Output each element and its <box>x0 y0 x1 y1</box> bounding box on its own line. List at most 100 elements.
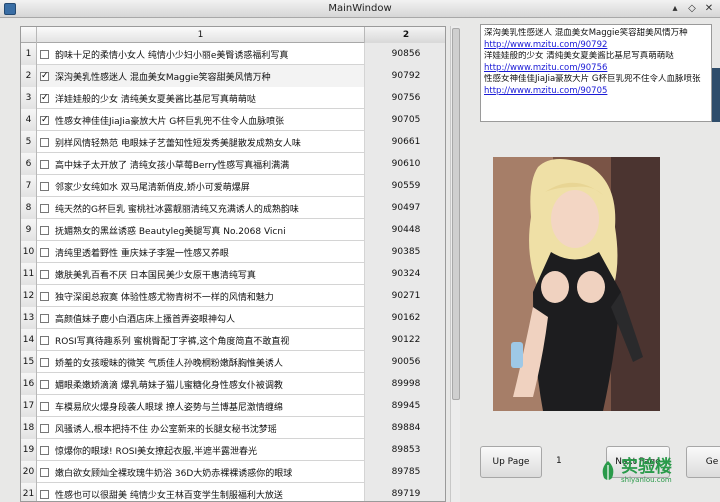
id-cell[interactable]: 90497 <box>365 197 445 219</box>
id-cell[interactable]: 90385 <box>365 241 445 263</box>
title-cell[interactable]: 娇羞的女孩暧昧的微笑 气质佳人孙晚桐粉嫩酥胸惟美诱人 <box>37 351 365 373</box>
row-number[interactable]: 13 <box>21 307 37 329</box>
table-row[interactable]: 14 ROSI写真待趣系列 蜜桃臀配丁字裤,这个角度简直不敢直视 90122 <box>21 329 445 351</box>
id-cell[interactable]: 89998 <box>365 373 445 395</box>
row-number[interactable]: 18 <box>21 417 37 439</box>
row-checkbox[interactable] <box>40 159 49 169</box>
row-checkbox[interactable] <box>40 291 49 301</box>
id-cell[interactable]: 89719 <box>365 483 445 501</box>
detail-link[interactable]: http://www.mzitu.com/90792 <box>484 40 607 50</box>
row-checkbox[interactable]: ✓ <box>40 93 49 103</box>
restore-icon[interactable]: ◇ <box>685 2 699 15</box>
row-checkbox[interactable]: ✓ <box>40 71 49 81</box>
id-cell[interactable]: 90610 <box>365 153 445 175</box>
close-icon[interactable]: ✕ <box>702 2 716 15</box>
id-cell[interactable]: 90122 <box>365 329 445 351</box>
table-row[interactable]: 12 独守深闺总寂寞 体验性感尤物青树不一样的风情和魅力 90271 <box>21 285 445 307</box>
title-cell[interactable]: 纯天然的G杯巨乳 蜜桃社冰露靓丽清纯又充满诱人的成熟韵味 <box>37 197 365 219</box>
title-cell[interactable]: 独守深闺总寂寞 体验性感尤物青树不一样的风情和魅力 <box>37 285 365 307</box>
row-number[interactable]: 21 <box>21 483 37 501</box>
title-cell[interactable]: 韵味十足的柔情小女人 纯情小少妇小丽e美臀诱惑福利写真 <box>37 43 365 65</box>
table-row[interactable]: 8 纯天然的G杯巨乳 蜜桃社冰露靓丽清纯又充满诱人的成熟韵味 90497 <box>21 197 445 219</box>
row-checkbox[interactable]: ✓ <box>40 115 49 125</box>
title-cell[interactable]: 性感也可以很甜美 纯情少女王林百变学生制服福利大放送 <box>37 483 365 501</box>
id-cell[interactable]: 90559 <box>365 175 445 197</box>
row-checkbox[interactable] <box>40 181 49 191</box>
row-number[interactable]: 5 <box>21 131 37 153</box>
table-row[interactable]: 1 韵味十足的柔情小女人 纯情小少妇小丽e美臀诱惑福利写真 90856 <box>21 43 445 65</box>
table-row[interactable]: 11 嫩肤美乳百看不厌 日本国民美少女原干惠清纯写真 90324 <box>21 263 445 285</box>
id-cell[interactable]: 90448 <box>365 219 445 241</box>
title-cell[interactable]: 清纯里透着野性 重庆妹子李猩一性感又养眼 <box>37 241 365 263</box>
table-row[interactable]: 16 媚眼柔嫩娇滴滴 爆乳萌妹子猫儿蜜糖化身性感女仆被调教 89998 <box>21 373 445 395</box>
title-cell[interactable]: 风骚诱人,根本把持不住 办公室新来的长腿女秘书沈梦瑶 <box>37 417 365 439</box>
row-checkbox[interactable] <box>40 247 49 257</box>
title-cell[interactable]: ✓ 性感女神佳佳JiaJia豪放大片 G杯巨乳兜不住令人血脉喷张 <box>37 109 365 131</box>
id-cell[interactable]: 90271 <box>365 285 445 307</box>
details-textbox[interactable]: 深沟美乳性感迷人 混血美女Maggie笑容甜美风情万种 http://www.m… <box>480 24 712 122</box>
id-cell[interactable]: 90162 <box>365 307 445 329</box>
id-cell[interactable]: 89853 <box>365 439 445 461</box>
row-number[interactable]: 10 <box>21 241 37 263</box>
minimize-icon[interactable]: ▴ <box>668 2 682 15</box>
row-checkbox[interactable] <box>40 225 49 235</box>
row-number[interactable]: 8 <box>21 197 37 219</box>
row-number[interactable]: 17 <box>21 395 37 417</box>
table-scrollbar[interactable] <box>450 26 460 502</box>
up-page-button[interactable]: Up Page <box>480 446 542 478</box>
table-row[interactable]: 4 ✓ 性感女神佳佳JiaJia豪放大片 G杯巨乳兜不住令人血脉喷张 90705 <box>21 109 445 131</box>
table-row[interactable]: 15 娇羞的女孩暧昧的微笑 气质佳人孙晚桐粉嫩酥胸惟美诱人 90056 <box>21 351 445 373</box>
title-cell[interactable]: 嫩白欲女顾灿全裸玫瑰牛奶浴 36D大奶赤裸裸诱惑你的眼球 <box>37 461 365 483</box>
row-number[interactable]: 16 <box>21 373 37 395</box>
id-cell[interactable]: 89945 <box>365 395 445 417</box>
row-number[interactable]: 9 <box>21 219 37 241</box>
id-cell[interactable]: 90705 <box>365 109 445 131</box>
table-row[interactable]: 9 抚媚熟女的黑丝诱惑 Beautyleg美腿写真 No.2068 Vicni 90… <box>21 219 445 241</box>
row-checkbox[interactable] <box>40 357 49 367</box>
row-number[interactable]: 6 <box>21 153 37 175</box>
title-cell[interactable]: 媚眼柔嫩娇滴滴 爆乳萌妹子猫儿蜜糖化身性感女仆被调教 <box>37 373 365 395</box>
row-checkbox[interactable] <box>40 313 49 323</box>
row-checkbox[interactable] <box>40 379 49 389</box>
row-checkbox[interactable] <box>40 489 49 499</box>
row-checkbox[interactable] <box>40 137 49 147</box>
table-row[interactable]: 17 车模易欣火爆身段袭人眼球 撩人姿势与兰博基尼激情缠绵 89945 <box>21 395 445 417</box>
title-cell[interactable]: 高中妹子太开放了 清纯女孩小草莓Berry性感写真福利满满 <box>37 153 365 175</box>
id-cell[interactable]: 89884 <box>365 417 445 439</box>
table-row[interactable]: 19 惊爆你的眼球! ROSI美女撩起衣服,半遮半露泄春光 89853 <box>21 439 445 461</box>
row-checkbox[interactable] <box>40 423 49 433</box>
title-cell[interactable]: 别样风情轻熟范 电眼妹子艺蕾知性短发秀美腿散发成熟女人味 <box>37 131 365 153</box>
row-number[interactable]: 19 <box>21 439 37 461</box>
table-corner[interactable] <box>21 27 37 43</box>
go-button[interactable]: Ge <box>686 446 720 478</box>
row-number[interactable]: 15 <box>21 351 37 373</box>
column-header-1[interactable]: 1 <box>37 27 365 43</box>
detail-link[interactable]: http://www.mzitu.com/90756 <box>484 63 607 73</box>
row-number[interactable]: 7 <box>21 175 37 197</box>
table-row[interactable]: 20 嫩白欲女顾灿全裸玫瑰牛奶浴 36D大奶赤裸裸诱惑你的眼球 89785 <box>21 461 445 483</box>
row-checkbox[interactable] <box>40 445 49 455</box>
row-checkbox[interactable] <box>40 467 49 477</box>
row-number[interactable]: 11 <box>21 263 37 285</box>
row-number[interactable]: 12 <box>21 285 37 307</box>
id-cell[interactable]: 90324 <box>365 263 445 285</box>
title-cell[interactable]: ✓ 深沟美乳性感迷人 混血美女Maggie笑容甜美风情万种 <box>37 65 365 87</box>
title-cell[interactable]: ROSI写真待趣系列 蜜桃臀配丁字裤,这个角度简直不敢直视 <box>37 329 365 351</box>
table-row[interactable]: 21 性感也可以很甜美 纯情少女王林百变学生制服福利大放送 89719 <box>21 483 445 501</box>
row-checkbox[interactable] <box>40 49 49 59</box>
table-row[interactable]: 5 别样风情轻熟范 电眼妹子艺蕾知性短发秀美腿散发成熟女人味 90661 <box>21 131 445 153</box>
table-row[interactable]: 13 高颜值妹子鹿小白酒店床上搔首弄姿眼神勾人 90162 <box>21 307 445 329</box>
id-cell[interactable]: 90661 <box>365 131 445 153</box>
title-cell[interactable]: 车模易欣火爆身段袭人眼球 撩人姿势与兰博基尼激情缠绵 <box>37 395 365 417</box>
row-number[interactable]: 14 <box>21 329 37 351</box>
title-cell[interactable]: 邻家少女纯如水 双马尾清新俏皮,娇小可爱萌爆屏 <box>37 175 365 197</box>
detail-link[interactable]: http://www.mzitu.com/90705 <box>484 86 607 96</box>
table-row[interactable]: 3 ✓ 洋娃娃般的少女 清纯美女夏美酱比基尼写真萌萌哒 90756 <box>21 87 445 109</box>
row-checkbox[interactable] <box>40 401 49 411</box>
id-cell[interactable]: 89785 <box>365 461 445 483</box>
scrollbar-thumb[interactable] <box>452 28 460 400</box>
title-cell[interactable]: ✓ 洋娃娃般的少女 清纯美女夏美酱比基尼写真萌萌哒 <box>37 87 365 109</box>
title-cell[interactable]: 高颜值妹子鹿小白酒店床上搔首弄姿眼神勾人 <box>37 307 365 329</box>
id-cell[interactable]: 90056 <box>365 351 445 373</box>
row-number[interactable]: 20 <box>21 461 37 483</box>
